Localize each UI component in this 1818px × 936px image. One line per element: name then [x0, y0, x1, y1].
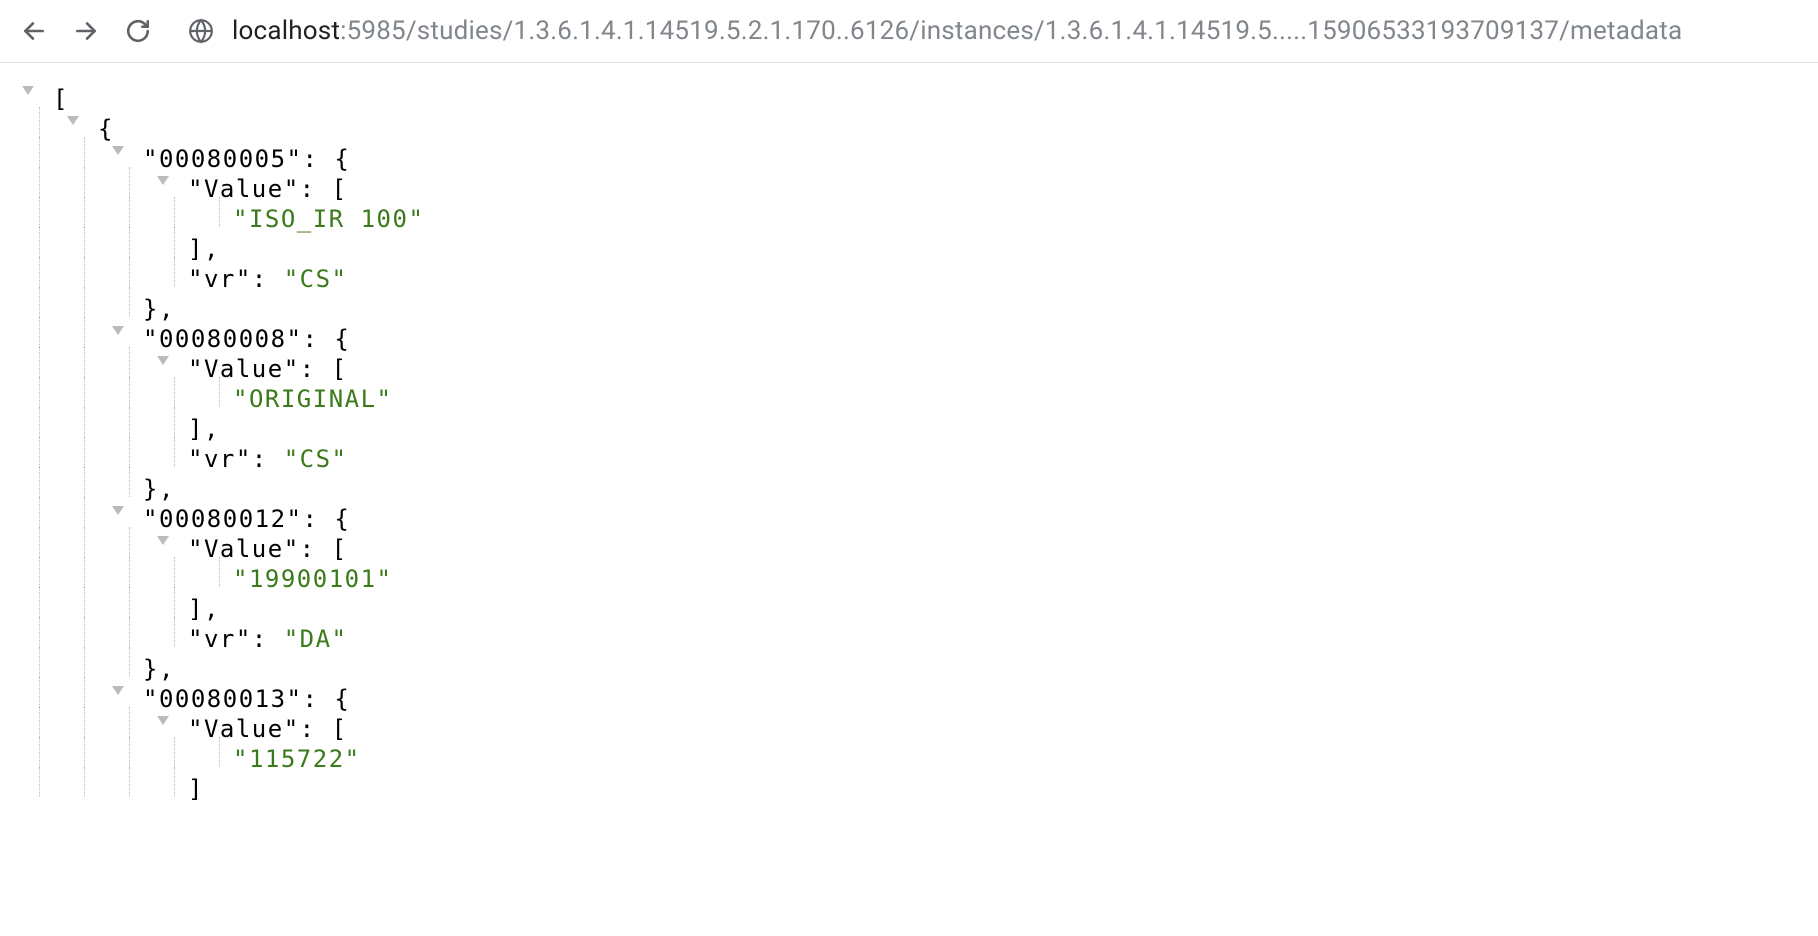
toggle-icon[interactable]: [67, 116, 79, 125]
json-object-open: {: [8, 107, 1810, 137]
url-text: localhost:5985/studies/1.3.6.1.4.1.14519…: [232, 16, 1682, 46]
arrow-left-icon: [21, 18, 47, 44]
toggle-icon[interactable]: [112, 146, 124, 155]
browser-toolbar: localhost:5985/studies/1.3.6.1.4.1.14519…: [0, 0, 1818, 63]
json-string-value: "19900101": [233, 564, 393, 594]
json-vr-key: "vr": [188, 264, 252, 294]
json-vr-key: "vr": [188, 624, 252, 654]
json-entry: "00080008": { "Value": [ "ORIGINAL": [8, 317, 1810, 497]
json-content: [ { "00080005": { "Value": [: [0, 63, 1818, 936]
json-array-open: [: [8, 77, 1810, 107]
globe-icon: [188, 18, 214, 44]
url-path: :5985/studies/1.3.6.1.4.1.14519.5.2.1.17…: [340, 16, 1682, 46]
toggle-icon[interactable]: [157, 356, 169, 365]
url-host: localhost: [232, 16, 340, 46]
json-string-value: "115722": [233, 744, 361, 774]
toggle-icon[interactable]: [112, 326, 124, 335]
back-button[interactable]: [12, 9, 56, 53]
toggle-icon[interactable]: [112, 506, 124, 515]
reload-icon: [125, 18, 151, 44]
json-string-value: "DA": [284, 624, 348, 654]
toggle-icon[interactable]: [157, 716, 169, 725]
json-string-value: "ISO_IR 100": [233, 204, 424, 234]
json-entry: "00080013": { "Value": [ "115722": [8, 677, 1810, 797]
toggle-icon[interactable]: [112, 686, 124, 695]
json-entry: "00080005": { "Value": [ "ISO_IR 100": [8, 137, 1810, 317]
json-string-value: "ORIGINAL": [233, 384, 393, 414]
toggle-icon[interactable]: [157, 176, 169, 185]
json-string-value: "CS": [284, 444, 348, 474]
reload-button[interactable]: [116, 9, 160, 53]
json-viewer: [ { "00080005": { "Value": [: [0, 63, 1818, 805]
forward-button[interactable]: [64, 9, 108, 53]
json-entry: "00080012": { "Value": [ "19900101": [8, 497, 1810, 677]
arrow-right-icon: [73, 18, 99, 44]
toggle-icon[interactable]: [157, 536, 169, 545]
json-string-value: "CS": [284, 264, 348, 294]
json-vr-key: "vr": [188, 444, 252, 474]
address-bar[interactable]: localhost:5985/studies/1.3.6.1.4.1.14519…: [188, 16, 1806, 46]
toggle-icon[interactable]: [22, 86, 34, 95]
